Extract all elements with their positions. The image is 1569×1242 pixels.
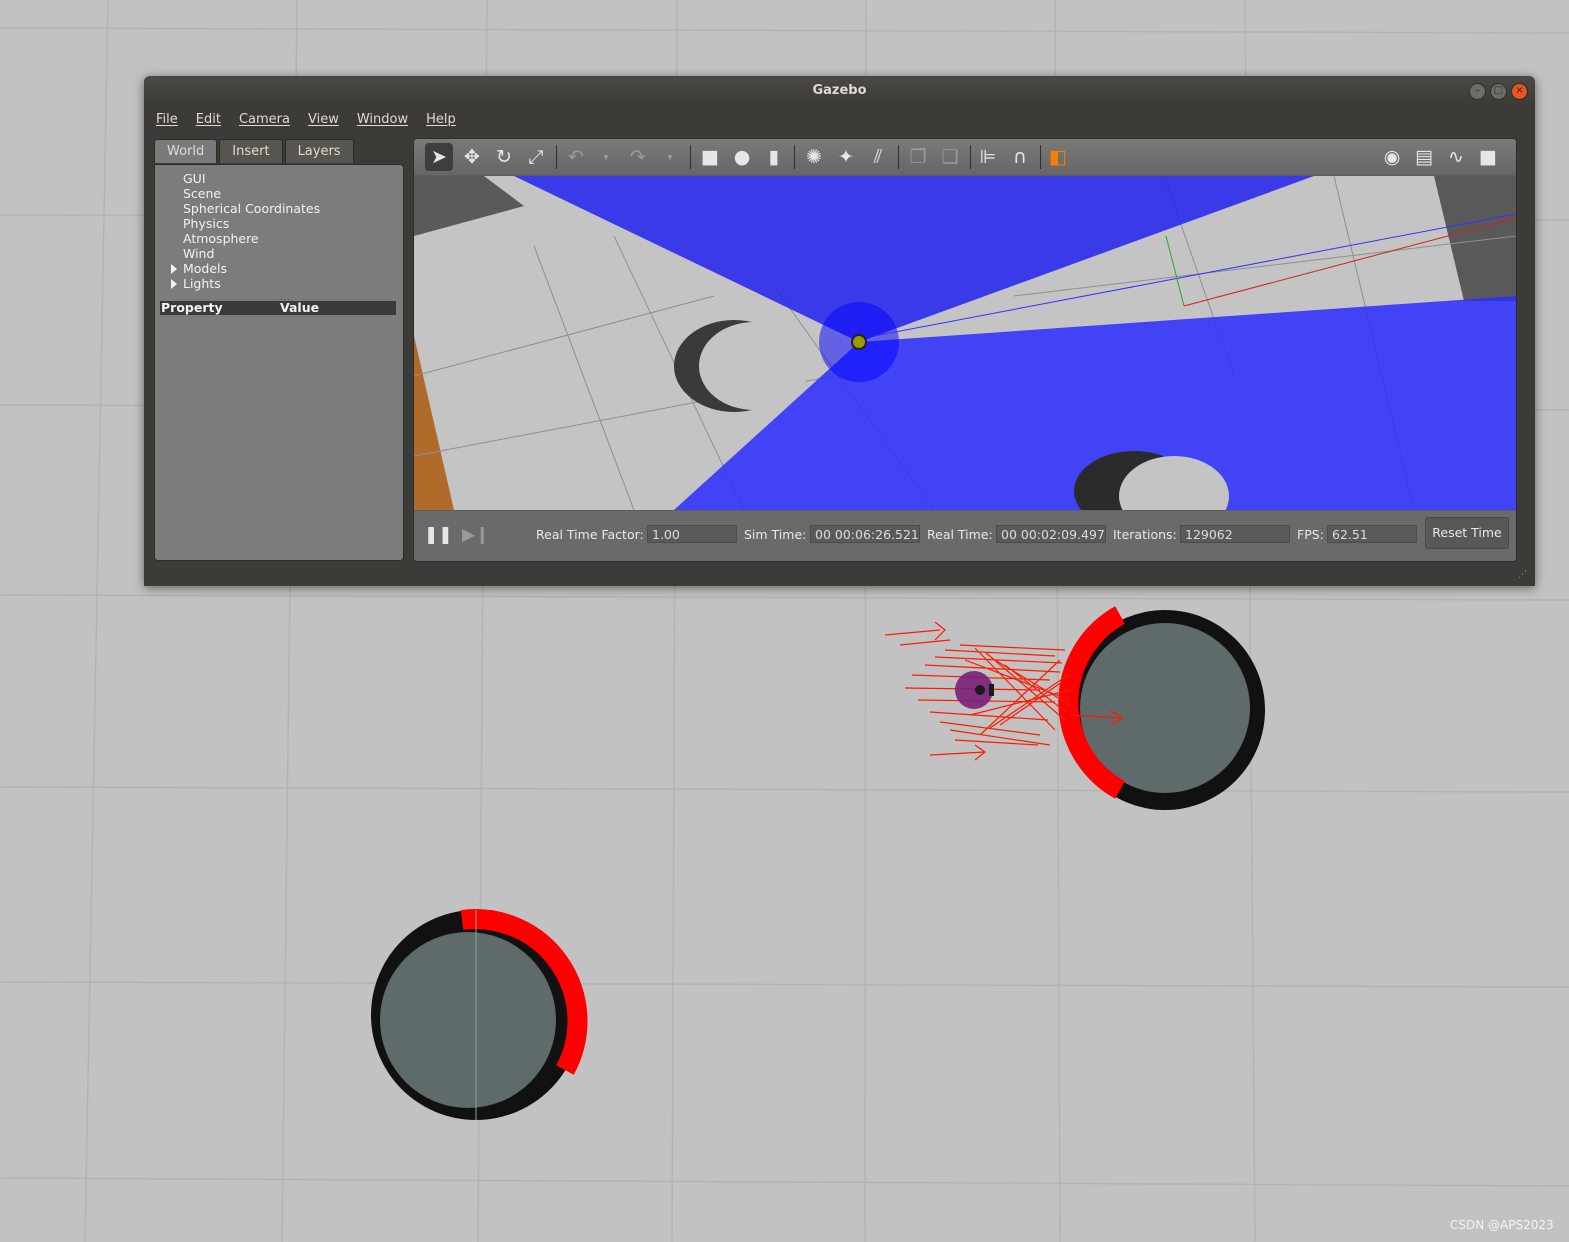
- tab-insert[interactable]: Insert: [219, 139, 283, 163]
- window-title: Gazebo: [812, 83, 867, 98]
- tree-item-spherical-coordinates[interactable]: Spherical Coordinates: [183, 201, 320, 216]
- iterations-value: 129062: [1180, 525, 1290, 543]
- tree-item-models[interactable]: Models: [171, 261, 320, 276]
- plot-icon[interactable]: ∿: [1442, 143, 1470, 171]
- tree-item-models-label: Models: [183, 261, 228, 276]
- tree-item-gui[interactable]: GUI: [183, 171, 320, 186]
- fps-label: FPS:: [1297, 527, 1324, 542]
- iterations-label: Iterations:: [1113, 527, 1177, 542]
- world-tree: GUI Scene Spherical Coordinates Physics …: [171, 171, 320, 291]
- maximize-button[interactable]: □: [1490, 83, 1507, 100]
- scale-mode-icon[interactable]: ⤢: [522, 143, 550, 171]
- undo-icon[interactable]: ↶: [562, 143, 590, 171]
- property-header: Property Value: [160, 300, 396, 315]
- costmap-obstacle-2: [371, 909, 588, 1120]
- select-mode-icon[interactable]: ➤: [425, 143, 453, 171]
- undo-history-chevron-icon[interactable]: ▾: [592, 143, 620, 171]
- sim-time-value: 00 00:06:26.521: [810, 525, 920, 543]
- real-time-label: Real Time:: [927, 527, 993, 542]
- costmap-obstacle-1: [1058, 606, 1265, 810]
- menu-view[interactable]: View: [308, 112, 339, 127]
- rotate-mode-icon[interactable]: ↻: [490, 143, 518, 171]
- snap-icon[interactable]: ∩: [1006, 143, 1034, 171]
- close-button[interactable]: ×: [1511, 83, 1528, 100]
- step-icon[interactable]: ▶❙: [462, 525, 489, 545]
- tree-item-scene[interactable]: Scene: [183, 186, 320, 201]
- tree-item-physics[interactable]: Physics: [183, 216, 320, 231]
- paste-icon[interactable]: ❏: [936, 143, 964, 171]
- copy-icon[interactable]: ❐: [904, 143, 932, 171]
- window-titlebar[interactable]: Gazebo – □ ×: [144, 76, 1535, 106]
- screenshot-icon[interactable]: ◉: [1378, 143, 1406, 171]
- redo-history-chevron-icon[interactable]: ▾: [656, 143, 684, 171]
- align-icon[interactable]: ⊫: [974, 143, 1002, 171]
- robot-marker: [955, 671, 994, 709]
- menu-file[interactable]: File: [156, 112, 178, 127]
- tree-item-atmosphere[interactable]: Atmosphere: [183, 231, 320, 246]
- expand-arrow-icon[interactable]: [171, 264, 177, 274]
- sim-time-label: Sim Time:: [744, 527, 807, 542]
- menu-help[interactable]: Help: [426, 112, 456, 127]
- translate-mode-icon[interactable]: ✥: [458, 143, 486, 171]
- log-icon[interactable]: ▤: [1410, 143, 1438, 171]
- spot-light-icon[interactable]: ✦: [832, 143, 860, 171]
- menu-window[interactable]: Window: [357, 112, 408, 127]
- menu-camera[interactable]: Camera: [239, 112, 290, 127]
- menu-bar: File Edit Camera View Window Help: [144, 106, 1535, 132]
- pause-icon[interactable]: ❚❚: [424, 525, 453, 545]
- expand-arrow-icon[interactable]: [171, 279, 177, 289]
- box-shape-icon[interactable]: ■: [696, 143, 724, 171]
- 3d-scene-viewport[interactable]: [414, 176, 1516, 510]
- scene-toolbar: ➤ ✥ ↻ ⤢ ↶ ▾ ↷ ▾ ■ ● ▮ ✺ ✦ ⫽ ❐ ❏ ⊫ ∩ ◧ ◉: [414, 139, 1516, 175]
- gazebo-window[interactable]: Gazebo – □ × File Edit Camera View Windo…: [144, 76, 1535, 586]
- sphere-shape-icon[interactable]: ●: [728, 143, 756, 171]
- tree-item-wind[interactable]: Wind: [183, 246, 320, 261]
- real-time-value: 00 00:02:09.497: [996, 525, 1106, 543]
- real-time-factor-label: Real Time Factor:: [536, 527, 644, 542]
- directional-light-icon[interactable]: ⫽: [864, 143, 892, 171]
- video-record-icon[interactable]: ■: [1474, 143, 1502, 171]
- watermark: CSDN @APS2023: [1450, 1218, 1554, 1232]
- resize-grip-icon[interactable]: ⋰: [1518, 570, 1527, 580]
- property-column-header: Property: [161, 300, 223, 315]
- tab-layers[interactable]: Layers: [284, 139, 354, 163]
- time-panel: ❚❚ ▶❙ Real Time Factor: 1.00 Sim Time: 0…: [414, 511, 1516, 561]
- fps-value: 62.51: [1327, 525, 1417, 543]
- cylinder-shape-icon[interactable]: ▮: [760, 143, 788, 171]
- tab-world[interactable]: World: [154, 139, 218, 163]
- minimize-button[interactable]: –: [1469, 83, 1486, 100]
- value-column-header: Value: [280, 300, 320, 315]
- world-panel: GUI Scene Spherical Coordinates Physics …: [154, 164, 404, 561]
- redo-icon[interactable]: ↷: [624, 143, 652, 171]
- view-angle-icon[interactable]: ◧: [1044, 143, 1072, 171]
- tree-item-lights[interactable]: Lights: [171, 276, 320, 291]
- render-panel: ➤ ✥ ↻ ⤢ ↶ ▾ ↷ ▾ ■ ● ▮ ✺ ✦ ⫽ ❐ ❏ ⊫ ∩ ◧ ◉: [413, 138, 1517, 562]
- reset-time-button[interactable]: Reset Time: [1425, 517, 1509, 549]
- menu-edit[interactable]: Edit: [196, 112, 221, 127]
- tree-item-lights-label: Lights: [183, 276, 221, 291]
- real-time-factor-value: 1.00: [647, 525, 737, 543]
- point-light-icon[interactable]: ✺: [800, 143, 828, 171]
